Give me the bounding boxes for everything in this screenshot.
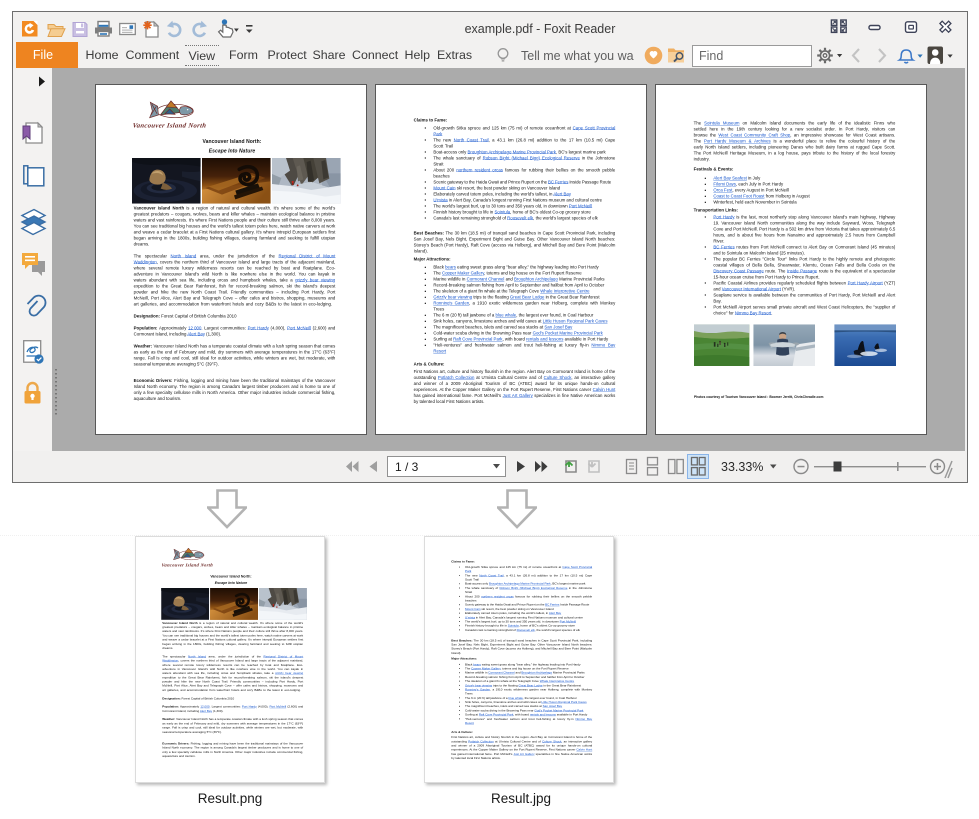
- svg-text:1 / 3: 1 / 3: [395, 460, 419, 474]
- svg-text:33.33%: 33.33%: [721, 460, 763, 474]
